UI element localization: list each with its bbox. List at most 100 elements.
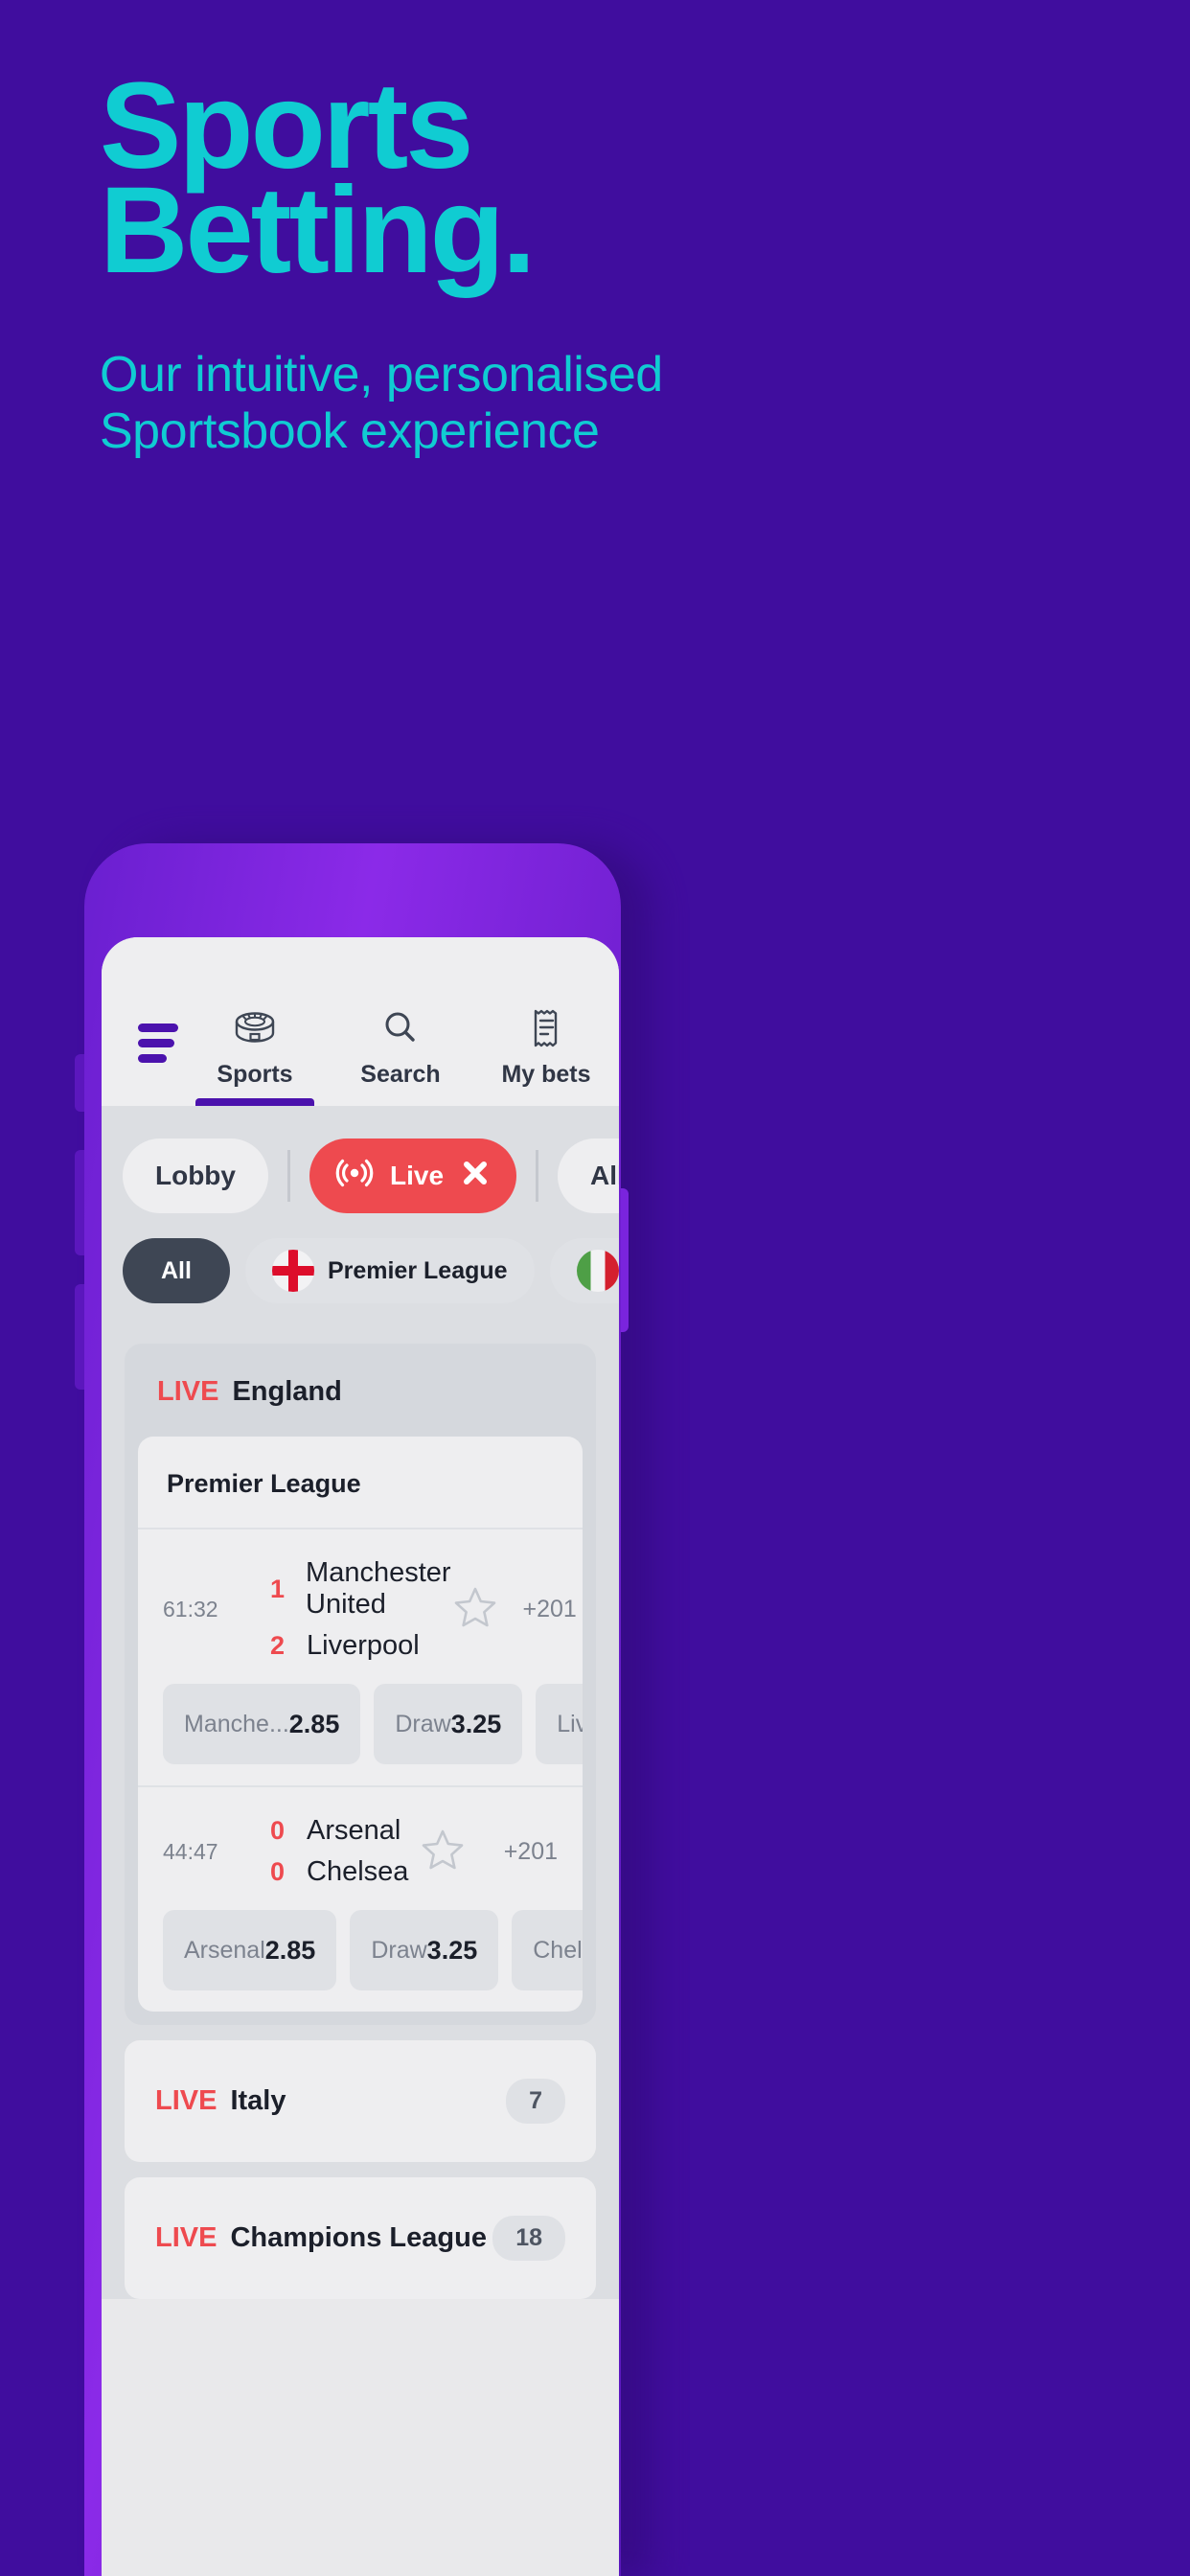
hamburger-icon[interactable]: [138, 1024, 178, 1070]
odd-label: Draw: [371, 1936, 427, 1964]
home-score: 0: [270, 1816, 286, 1845]
league-pill-all-label: All: [161, 1256, 192, 1284]
promo-screenshot: Sports Betting. Our intuitive, personali…: [0, 0, 1190, 2576]
away-team: 2 Liverpool: [270, 1625, 452, 1667]
live-badge: LIVE: [155, 2222, 217, 2253]
region-name: Champions League: [230, 2222, 487, 2253]
live-badge: LIVE: [155, 2085, 217, 2116]
filter-pill-all[interactable]: All: [558, 1138, 619, 1213]
hero-section: Sports Betting. Our intuitive, personali…: [100, 65, 1125, 462]
hamburger-line-2: [138, 1039, 174, 1047]
away-score: 2: [270, 1631, 286, 1660]
region-row-champions-league[interactable]: LIVE Champions League 18: [125, 2177, 596, 2299]
match-teams: 1 Manchester United 2 Liverpool: [270, 1552, 452, 1667]
odd-label: Arsenal: [184, 1936, 265, 1964]
filter-pill-lobby-label: Lobby: [155, 1161, 236, 1190]
receipt-icon: [529, 1007, 563, 1049]
odd-button-away[interactable]: Liverpool 2.75: [536, 1684, 583, 1764]
region-name: Italy: [230, 2085, 286, 2116]
tab-sports[interactable]: Sports: [182, 1007, 328, 1106]
star-outline-icon[interactable]: [452, 1585, 498, 1634]
odd-button-draw[interactable]: Draw 3.25: [350, 1910, 499, 1990]
odds-row: Manche... 2.85 Draw 3.25 Liverpool 2.75: [163, 1684, 583, 1764]
close-icon[interactable]: [459, 1157, 492, 1196]
away-team-name: Liverpool: [307, 1630, 420, 1661]
league-pill-row[interactable]: All Premier League Serie A La Liga: [102, 1213, 619, 1330]
away-score: 0: [270, 1857, 286, 1886]
odds-row: Arsenal 2.85 Draw 3.25 Chelsea 2.75: [163, 1910, 583, 1990]
hamburger-line-1: [138, 1024, 178, 1032]
odd-button-home[interactable]: Manche... 2.85: [163, 1684, 361, 1764]
app-header: Sports Search My bets: [102, 937, 619, 1106]
hero-subtitle-line-1: Our intuitive, personalised: [100, 346, 663, 402]
league-pill-premier-league[interactable]: Premier League: [244, 1238, 535, 1303]
tab-search-label: Search: [360, 1061, 441, 1088]
region-row-italy[interactable]: LIVE Italy 7: [125, 2040, 596, 2162]
odd-button-away[interactable]: Chelsea 2.75: [512, 1910, 583, 1990]
stadium-icon: [233, 1007, 277, 1049]
home-team: 0 Arsenal: [270, 1810, 420, 1852]
event-count-badge: 18: [492, 2216, 565, 2261]
match-row[interactable]: 44:47 0 Arsenal 0 Chelsea +201 Arsenal 2…: [138, 1785, 583, 2012]
more-markets-count[interactable]: +201: [491, 1838, 558, 1866]
hero-subtitle: Our intuitive, personalised Sportsbook e…: [100, 347, 1125, 462]
broadcast-icon: [334, 1153, 375, 1200]
odd-label: Draw: [395, 1710, 451, 1737]
odd-value: 2.85: [264, 1935, 316, 1965]
filter-pill-live-label: Live: [390, 1161, 445, 1190]
odd-label: Manche...: [184, 1710, 289, 1737]
league-title: Premier League: [167, 1469, 361, 1498]
page-title: Sports Betting.: [100, 65, 1125, 299]
star-outline-icon[interactable]: [420, 1828, 466, 1876]
tab-bar: Sports Search My bets: [182, 1007, 619, 1106]
region-header-england[interactable]: LIVE England: [125, 1344, 596, 1437]
hero-subtitle-line-2: Sportsbook experience: [100, 403, 600, 460]
phone-mockup: Sports Search My bets Lobby Live Al All …: [75, 843, 629, 2576]
match-clock: 44:47: [163, 1838, 218, 1864]
filter-divider-2: [536, 1150, 539, 1202]
search-icon: [381, 1007, 420, 1049]
hero-title-line-2: Betting.: [100, 161, 536, 299]
home-score: 1: [270, 1574, 286, 1603]
england-flag-icon: [271, 1250, 314, 1292]
filter-pill-lobby[interactable]: Lobby: [123, 1138, 268, 1213]
phone-button-volume-up: [75, 1150, 84, 1255]
odd-value: 3.25: [426, 1935, 478, 1965]
tab-sports-label: Sports: [217, 1061, 293, 1088]
odd-value: 2.85: [288, 1709, 340, 1738]
away-team-name: Chelsea: [307, 1856, 409, 1887]
league-pill-premier-league-label: Premier League: [327, 1256, 508, 1284]
filter-pill-all-label: All: [590, 1161, 619, 1190]
hamburger-line-3: [138, 1054, 167, 1063]
home-team-name: Manchester United: [306, 1557, 451, 1620]
filter-divider-1: [287, 1150, 290, 1202]
home-team-name: Arsenal: [307, 1815, 401, 1846]
app-screen: Sports Search My bets Lobby Live Al All …: [102, 937, 619, 2576]
phone-button-volume-down: [75, 1284, 84, 1390]
match-summary: 61:32 1 Manchester United 2 Liverpool +2…: [163, 1530, 577, 1684]
league-pill-all[interactable]: All: [123, 1238, 230, 1303]
event-count-badge: 7: [506, 2079, 565, 2124]
odd-value: 3.25: [450, 1709, 502, 1738]
match-row[interactable]: 61:32 1 Manchester United 2 Liverpool +2…: [138, 1528, 583, 1785]
events-list: LIVE England Premier League 61:32 1 Manc…: [102, 1330, 619, 2299]
more-markets-count[interactable]: +201: [523, 1596, 577, 1623]
tab-my-bets[interactable]: My bets: [473, 1007, 619, 1106]
region-row-label: LIVE Italy: [155, 2085, 286, 2117]
match-clock: 61:32: [163, 1597, 218, 1622]
match-summary: 44:47 0 Arsenal 0 Chelsea +201: [163, 1787, 558, 1910]
odd-button-draw[interactable]: Draw 3.25: [374, 1684, 523, 1764]
league-card-premier-league: Premier League 61:32 1 Manchester United: [138, 1437, 583, 2012]
odd-label: Liverpool: [557, 1710, 583, 1737]
phone-button-silent: [75, 1054, 84, 1112]
match-teams: 0 Arsenal 0 Chelsea: [270, 1810, 420, 1893]
tab-search[interactable]: Search: [328, 1007, 473, 1106]
away-team: 0 Chelsea: [270, 1852, 420, 1893]
live-badge: LIVE: [157, 1376, 219, 1407]
odd-label: Chelsea: [533, 1936, 583, 1964]
league-pill-serie-a[interactable]: Serie A: [549, 1238, 619, 1303]
filter-pill-row[interactable]: Lobby Live Al: [102, 1106, 619, 1213]
odd-button-home[interactable]: Arsenal 2.85: [163, 1910, 337, 1990]
home-team: 1 Manchester United: [270, 1552, 452, 1625]
filter-pill-live[interactable]: Live: [309, 1138, 517, 1213]
